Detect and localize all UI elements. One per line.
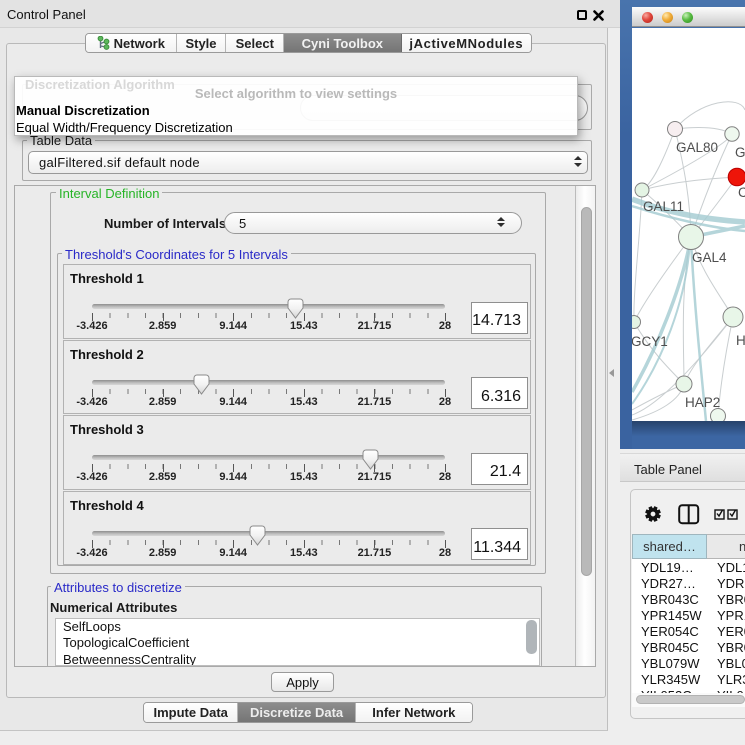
svg-text:GAL4: GAL4 — [692, 250, 727, 265]
svg-text:H: H — [736, 333, 745, 348]
svg-text:HAP2: HAP2 — [685, 395, 720, 410]
svg-text:C: C — [738, 185, 745, 200]
svg-text:GAL80: GAL80 — [676, 140, 718, 155]
svg-text:GCY1: GCY1 — [632, 334, 668, 349]
svg-text:GAL11: GAL11 — [643, 199, 684, 214]
svg-text:G: G — [735, 145, 745, 160]
